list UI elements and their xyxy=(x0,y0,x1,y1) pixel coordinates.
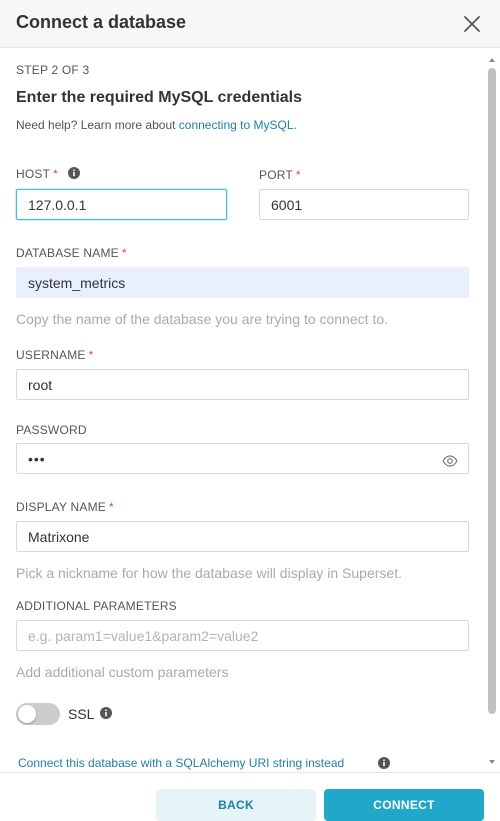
host-label-text: HOST xyxy=(16,167,51,181)
info-icon[interactable] xyxy=(100,707,112,719)
display-name-input[interactable] xyxy=(16,521,469,552)
modal-footer: BACK CONNECT xyxy=(0,772,500,821)
form-scroll-area: STEP 2 OF 3 Enter the required MySQL cre… xyxy=(0,48,500,772)
scrollbar-thumb[interactable] xyxy=(488,68,496,714)
modal-header: Connect a database xyxy=(0,0,500,48)
password-input[interactable] xyxy=(16,443,469,474)
host-required-mark: * xyxy=(53,167,59,181)
ssl-toggle[interactable] xyxy=(16,703,60,725)
section-title: Enter the required MySQL credentials xyxy=(16,89,303,106)
back-button[interactable]: BACK xyxy=(156,789,316,821)
username-required-mark: * xyxy=(88,348,94,362)
close-icon[interactable] xyxy=(462,14,482,34)
database-name-required-mark: * xyxy=(121,246,127,260)
display-name-label-text: DISPLAY NAME xyxy=(16,500,106,514)
scroll-down-arrow-icon[interactable] xyxy=(488,758,496,766)
additional-parameters-hint: Add additional custom parameters xyxy=(16,664,229,680)
display-name-label: DISPLAY NAME * xyxy=(16,500,114,514)
additional-parameters-label: ADDITIONAL PARAMETERS xyxy=(16,599,177,613)
info-icon[interactable] xyxy=(378,757,390,769)
step-indicator: STEP 2 OF 3 xyxy=(16,63,90,77)
info-icon[interactable] xyxy=(67,167,80,179)
password-label: PASSWORD xyxy=(16,423,87,437)
connect-button[interactable]: CONNECT xyxy=(324,789,484,821)
modal-title: Connect a database xyxy=(16,12,187,32)
database-name-label-text: DATABASE NAME xyxy=(16,246,119,260)
port-label: PORT * xyxy=(259,168,301,182)
display-name-required-mark: * xyxy=(109,500,114,514)
help-link[interactable]: connecting to MySQL. xyxy=(179,118,297,132)
port-required-mark: * xyxy=(295,168,301,182)
ssl-label: SSL xyxy=(68,706,95,722)
scroll-up-arrow-icon[interactable] xyxy=(488,56,496,64)
ssl-toggle-knob xyxy=(18,705,36,723)
port-label-text: PORT xyxy=(259,168,293,182)
sqlalchemy-uri-link[interactable]: Connect this database with a SQLAlchemy … xyxy=(18,756,344,770)
additional-parameters-input[interactable] xyxy=(16,620,469,651)
help-text: Need help? Learn more about connecting t… xyxy=(16,118,297,132)
host-input[interactable] xyxy=(16,189,227,220)
help-text-prefix: Need help? Learn more about xyxy=(16,118,179,132)
port-input[interactable] xyxy=(259,189,469,220)
database-name-hint: Copy the name of the database you are tr… xyxy=(16,311,389,327)
database-name-label: DATABASE NAME * xyxy=(16,246,127,260)
database-name-input[interactable] xyxy=(16,267,469,298)
eye-icon[interactable] xyxy=(442,453,458,469)
host-label: HOST * xyxy=(16,167,80,181)
display-name-hint: Pick a nickname for how the database wil… xyxy=(16,565,402,581)
username-label: USERNAME * xyxy=(16,348,94,362)
username-input[interactable] xyxy=(16,369,469,400)
username-label-text: USERNAME xyxy=(16,348,86,362)
